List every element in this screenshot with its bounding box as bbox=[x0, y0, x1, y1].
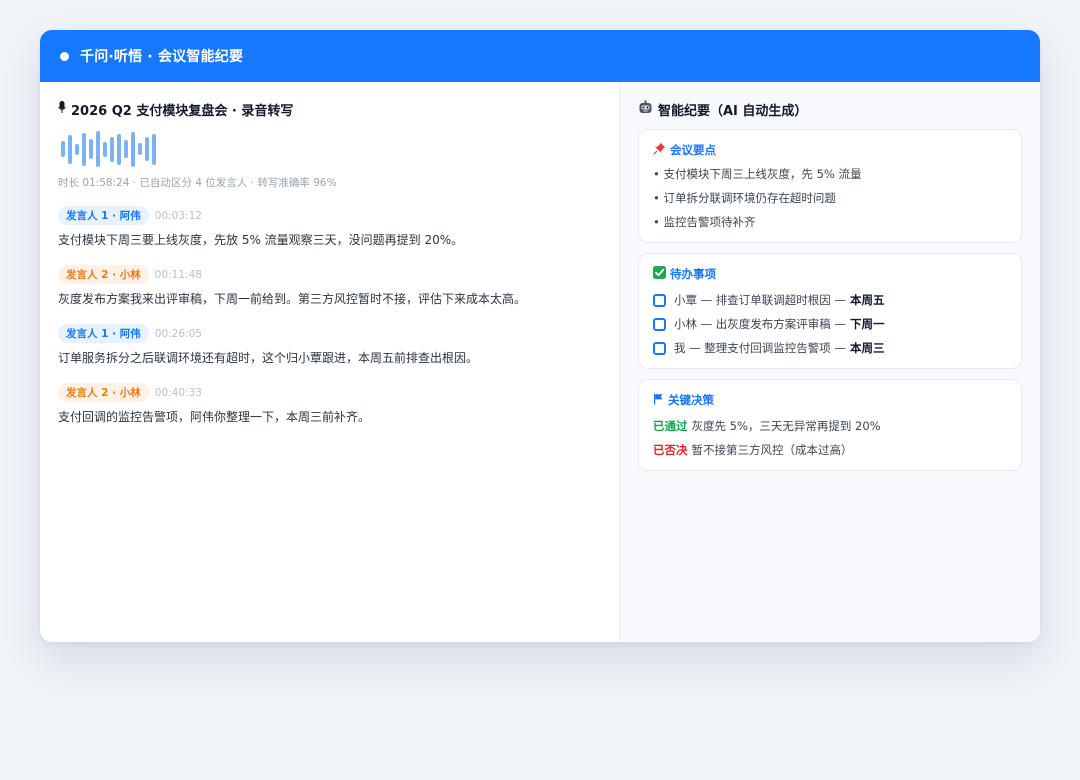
utterance[interactable]: 发言人 1 · 阿伟 00:03:12 支付模块下周三要上线灰度，先放 5% 流… bbox=[58, 206, 601, 249]
waveform-bar bbox=[89, 139, 93, 159]
title-bar: 千问·听悟 · 会议智能纪要 bbox=[40, 30, 1040, 82]
decision-status-rejected: 已否决 bbox=[653, 443, 688, 458]
key-points-title: 会议要点 bbox=[670, 143, 716, 157]
utterance[interactable]: 发言人 2 · 小林 00:40:33 支付回调的监控告警项，阿伟你整理一下，本… bbox=[58, 383, 601, 426]
decision-text: 灰度先 5%，三天无异常再提到 20% bbox=[691, 419, 881, 434]
waveform-bar bbox=[82, 132, 86, 166]
flag-icon bbox=[653, 393, 664, 408]
todo-item: 我 — 整理支付回调监控告警项 — 本周三 bbox=[653, 340, 1007, 356]
waveform-bar bbox=[138, 143, 142, 155]
utterance-text: 订单服务拆分之后联调环境还有超时，这个归小覃跟进，本周五前排查出根因。 bbox=[58, 351, 479, 365]
utterance-list: 发言人 1 · 阿伟 00:03:12 支付模块下周三要上线灰度，先放 5% 流… bbox=[58, 206, 601, 426]
todo-checkbox[interactable] bbox=[653, 293, 666, 307]
waveform-bar bbox=[75, 143, 79, 155]
todo-item: 小林 — 出灰度发布方案评审稿 — 下周一 bbox=[653, 316, 1007, 332]
todo-card: 待办事项 小覃 — 排查订单联调超时根因 — 本周五 小林 — 出灰度发布方案评… bbox=[638, 253, 1022, 370]
key-point-item: • 支付模块下周三上线灰度，先 5% 流量 bbox=[653, 167, 862, 181]
todo-title-row: 待办事项 bbox=[653, 266, 1007, 282]
waveform-bar bbox=[96, 131, 100, 167]
utterance[interactable]: 发言人 1 · 阿伟 00:26:05 订单服务拆分之后联调环境还有超时，这个归… bbox=[58, 324, 601, 367]
waveform-bar bbox=[117, 133, 121, 165]
timestamp[interactable]: 00:26:05 bbox=[155, 328, 202, 340]
todo-text: 小林 — 出灰度发布方案评审稿 — bbox=[674, 317, 846, 332]
waveform-bar bbox=[145, 137, 149, 161]
timestamp[interactable]: 00:03:12 bbox=[155, 210, 202, 222]
waveform-bar bbox=[131, 131, 135, 167]
key-points-card: 会议要点 • 支付模块下周三上线灰度，先 5% 流量 • 订单拆分联调环境仍存在… bbox=[638, 129, 1022, 244]
summary-header: 智能纪要（AI 自动生成） bbox=[638, 100, 1022, 119]
key-points-title-row: 会议要点 bbox=[653, 142, 1007, 158]
decisions-card: 关键决策 已通过 灰度先 5%，三天无异常再提到 20% 已否决 暂不接第三方风控（… bbox=[638, 379, 1022, 472]
decision-item: 已通过 灰度先 5%，三天无异常再提到 20% bbox=[653, 418, 1007, 434]
summary-title: 智能纪要（AI 自动生成） bbox=[658, 104, 808, 119]
audio-waveform[interactable] bbox=[58, 127, 601, 171]
utterance-text: 灰度发布方案我来出评审稿，下周一前给到。第三方风控暂时不接，评估下来成本太高。 bbox=[58, 292, 527, 306]
waveform-bar bbox=[61, 141, 65, 157]
todo-title: 待办事项 bbox=[670, 267, 716, 282]
todo-checkbox[interactable] bbox=[653, 341, 666, 355]
todo-checkbox[interactable] bbox=[653, 317, 666, 331]
todo-text: 我 — 整理支付回调监控告警项 — bbox=[674, 341, 846, 356]
todo-due: 下周一 bbox=[849, 317, 885, 332]
waveform-bar bbox=[110, 136, 114, 162]
decision-item: 已否决 暂不接第三方风控（成本过高） bbox=[653, 442, 1007, 458]
pushpin-icon bbox=[653, 142, 666, 158]
summary-panel: 智能纪要（AI 自动生成） 会议要点 • 支付模块下周三上线灰度，先 5% 流量… bbox=[620, 82, 1040, 642]
todo-item: 小覃 — 排查订单联调超时根因 — 本周五 bbox=[653, 292, 1007, 308]
waveform-bar bbox=[152, 133, 156, 165]
utterance-text: 支付模块下周三要上线灰度，先放 5% 流量观察三天，没问题再提到 20%。 bbox=[58, 233, 464, 247]
robot-face-icon bbox=[638, 100, 653, 119]
waveform-bar bbox=[68, 134, 72, 164]
check-mark-icon bbox=[653, 266, 666, 282]
status-dot-icon bbox=[60, 51, 69, 61]
transcript-panel: 2026 Q2 支付模块复盘会 · 录音转写 时长 01:58:24 · 已自动… bbox=[40, 82, 620, 642]
key-point-item: • 监控告警项待补齐 bbox=[653, 215, 756, 230]
recording-meta: 时长 01:58:24 · 已自动区分 4 位发言人 · 转写准确率 96% bbox=[58, 177, 337, 189]
todo-due: 本周三 bbox=[849, 341, 885, 356]
key-point-item: • 订单拆分联调环境仍存在超时问题 bbox=[653, 191, 836, 206]
speaker-badge[interactable]: 发言人 1 · 阿伟 bbox=[58, 324, 149, 343]
utterance[interactable]: 发言人 2 · 小林 00:11:48 灰度发布方案我来出评审稿，下周一前给到。… bbox=[58, 265, 601, 308]
transcript-title: 2026 Q2 支付模块复盘会 · 录音转写 bbox=[71, 104, 294, 119]
microphone-icon bbox=[58, 101, 66, 118]
waveform-bar bbox=[103, 141, 107, 157]
timestamp[interactable]: 00:40:33 bbox=[155, 387, 202, 399]
main-body: 2026 Q2 支付模块复盘会 · 录音转写 时长 01:58:24 · 已自动… bbox=[40, 82, 1040, 642]
utterance-text: 支付回调的监控告警项，阿伟你整理一下，本周三前补齐。 bbox=[58, 410, 371, 424]
decisions-title-row: 关键决策 bbox=[653, 392, 1007, 408]
timestamp[interactable]: 00:11:48 bbox=[155, 269, 202, 281]
decision-text: 暂不接第三方风控（成本过高） bbox=[691, 443, 853, 458]
speaker-badge[interactable]: 发言人 1 · 阿伟 bbox=[58, 206, 149, 225]
decisions-title: 关键决策 bbox=[668, 393, 714, 408]
speaker-badge[interactable]: 发言人 2 · 小林 bbox=[58, 265, 149, 284]
todo-due: 本周五 bbox=[849, 293, 885, 308]
transcript-header: 2026 Q2 支付模块复盘会 · 录音转写 bbox=[58, 100, 601, 119]
speaker-badge[interactable]: 发言人 2 · 小林 bbox=[58, 383, 149, 402]
waveform-bar bbox=[124, 140, 128, 158]
app-window: 千问·听悟 · 会议智能纪要 2026 Q2 支付模块复盘会 · 录音转写 时长… bbox=[40, 30, 1040, 642]
todo-text: 小覃 — 排查订单联调超时根因 — bbox=[674, 293, 846, 308]
app-title: 千问·听悟 · 会议智能纪要 bbox=[80, 49, 244, 65]
decision-status-approved: 已通过 bbox=[653, 419, 688, 434]
